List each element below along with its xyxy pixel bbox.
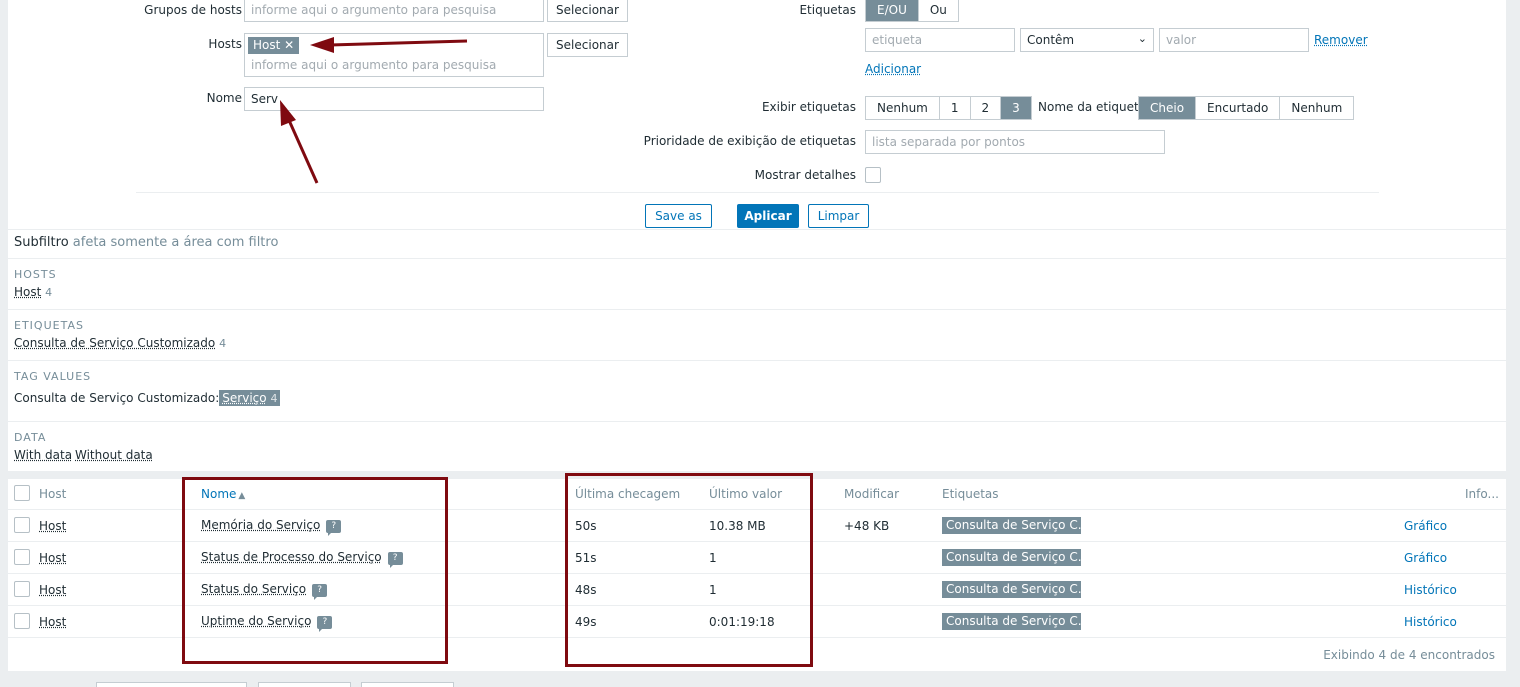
annotation-arrow-hosts <box>310 37 468 53</box>
annotation-arrows <box>280 37 468 184</box>
annotation-arrow-name <box>280 100 319 184</box>
page-scrollbar[interactable] <box>1512 0 1520 687</box>
